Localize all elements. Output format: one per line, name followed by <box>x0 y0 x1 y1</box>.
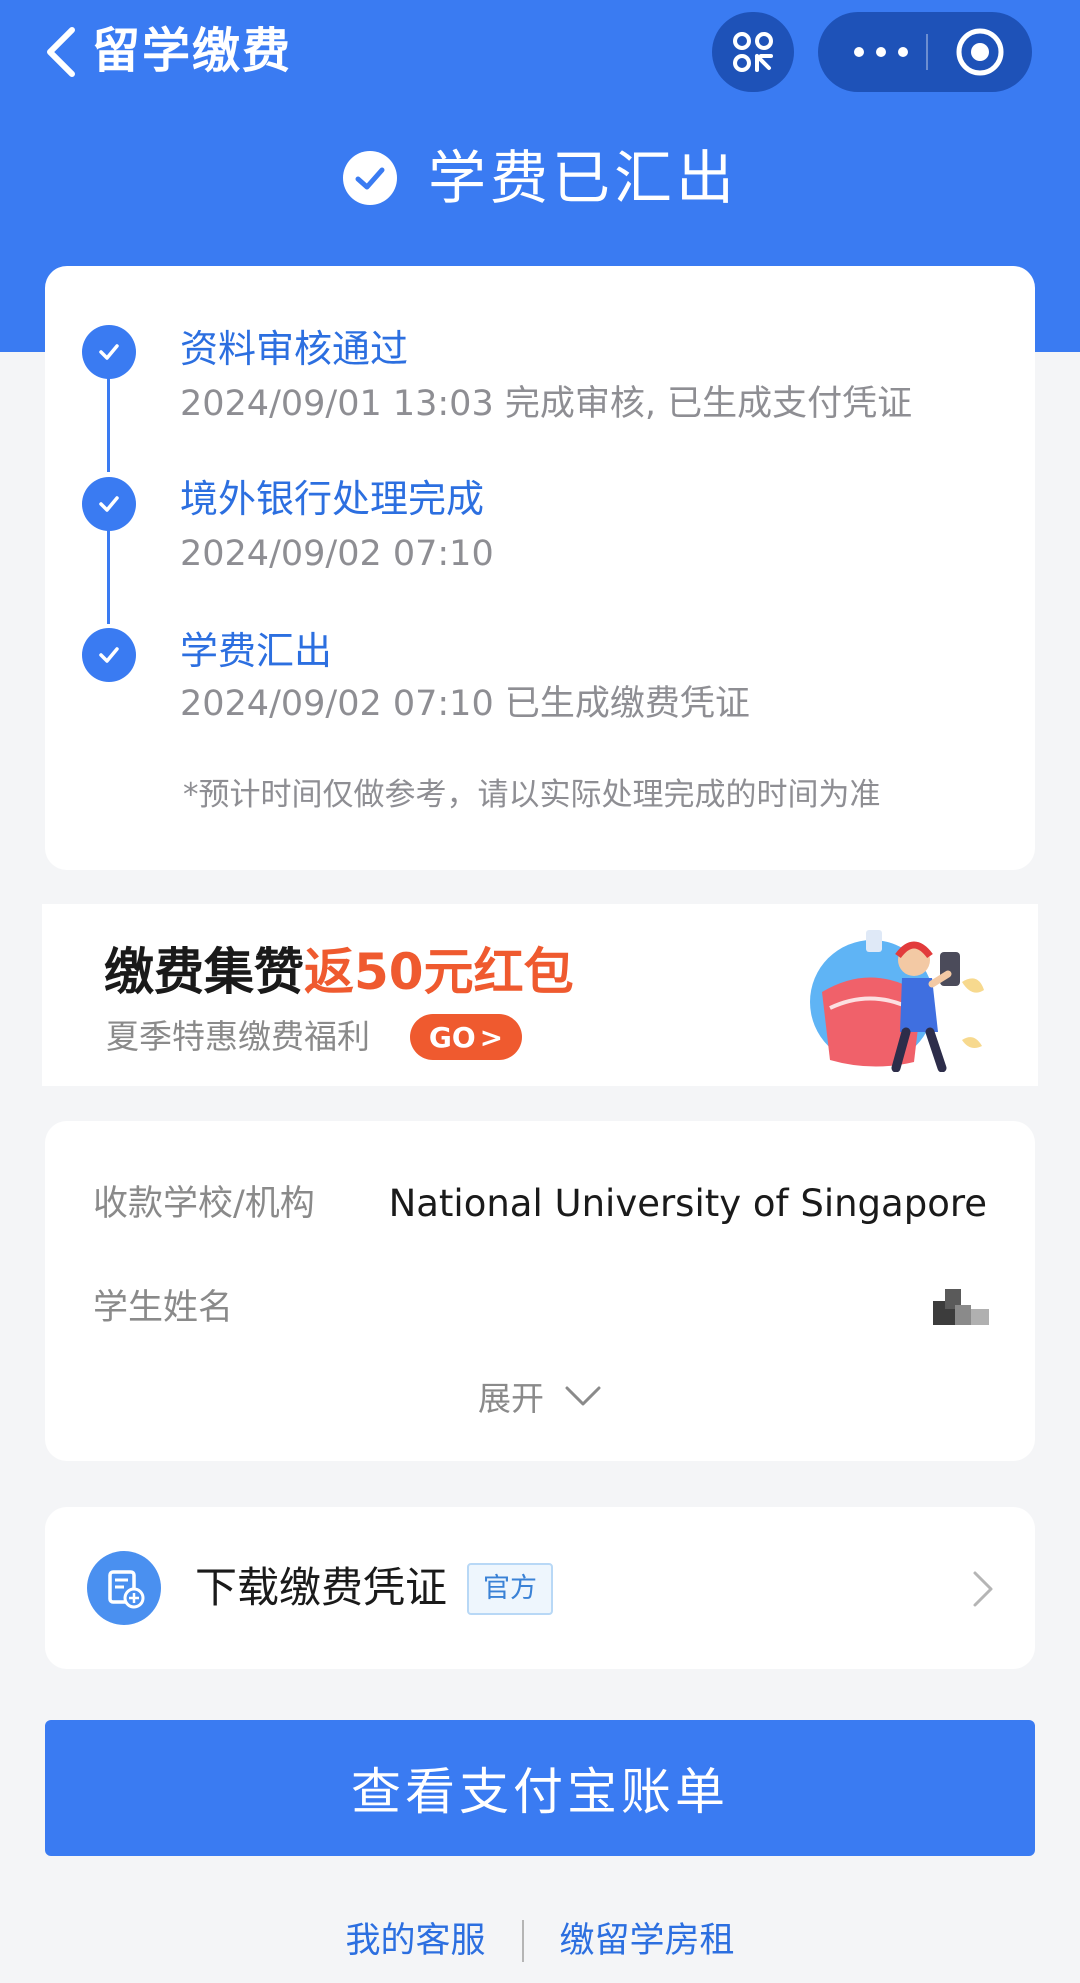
chevron-left-icon <box>47 27 75 77</box>
download-receipt-label: 下载缴费凭证 <box>195 1563 448 1612</box>
view-alipay-bill-button[interactable]: 查看支付宝账单 <box>45 1720 1035 1856</box>
download-receipt-row[interactable]: 下载缴费凭证 官方 <box>45 1507 1035 1669</box>
official-badge: 官方 <box>467 1563 553 1615</box>
promo-title-highlight: 返50元红包 <box>304 943 574 1001</box>
step-desc: 2024/09/02 07:10 <box>180 534 494 574</box>
more-icon <box>854 47 908 57</box>
step-desc: 2024/09/01 13:03 完成审核, 已生成支付凭证 <box>180 384 913 424</box>
go-arrow: > <box>479 1020 504 1054</box>
nav-bar: 留学缴费 <box>0 0 1080 100</box>
close-button[interactable] <box>940 12 1020 92</box>
check-circle-icon <box>342 151 397 205</box>
school-value: National University of Singapore <box>388 1182 987 1225</box>
step-done-icon <box>82 325 136 379</box>
customer-service-link[interactable]: 我的客服 <box>345 1914 485 1968</box>
step-title: 境外银行处理完成 <box>180 477 485 521</box>
chevron-right-icon <box>973 1571 993 1607</box>
back-button[interactable] <box>42 22 82 82</box>
chevron-down-icon <box>565 1386 601 1406</box>
status-text: 学费已汇出 <box>427 144 738 212</box>
capsule-divider <box>926 34 928 70</box>
step-done-icon <box>82 628 136 682</box>
more-button[interactable] <box>846 12 916 92</box>
timeline-note: *预计时间仅做参考，请以实际处理完成的时间为准 <box>183 777 881 813</box>
page-title: 留学缴费 <box>92 23 293 79</box>
status-header: 学费已汇出 <box>0 138 1080 218</box>
footer-links: 我的客服 缴留学房租 <box>0 1914 1080 1968</box>
promo-subtitle: 夏季特惠缴费福利 <box>106 1017 370 1056</box>
pay-rent-link[interactable]: 缴留学房租 <box>560 1914 735 1968</box>
qr-scan-icon <box>733 32 773 72</box>
step-title: 资料审核通过 <box>180 327 409 371</box>
promo-illustration <box>810 930 984 1072</box>
receipt-icon <box>87 1551 161 1625</box>
footer-divider <box>521 1920 524 1962</box>
school-label: 收款学校/机构 <box>93 1184 315 1224</box>
progress-card: 资料审核通过 2024/09/01 13:03 完成审核, 已生成支付凭证 境外… <box>45 266 1035 870</box>
masked-name-placeholder <box>933 1289 989 1325</box>
promo-title-main: 缴费集赞 <box>104 943 304 1001</box>
step-desc: 2024/09/02 07:10 已生成缴费凭证 <box>180 684 750 724</box>
expand-toggle[interactable]: 展开 <box>45 1371 1035 1421</box>
student-name-label: 学生姓名 <box>93 1288 234 1328</box>
promo-go-button[interactable]: GO > <box>410 1014 522 1060</box>
payment-info-card: 收款学校/机构 National University of Singapore… <box>45 1121 1035 1461</box>
step-title: 学费汇出 <box>180 629 333 673</box>
step-done-icon <box>82 477 136 531</box>
scan-button[interactable] <box>712 12 794 92</box>
expand-label: 展开 <box>478 1379 544 1418</box>
promo-title: 缴费集赞返50元红包 <box>104 940 574 1004</box>
go-label: GO <box>428 1020 476 1054</box>
close-circle-icon <box>956 28 1004 76</box>
capsule-menu <box>818 12 1032 92</box>
promo-banner[interactable]: 缴费集赞返50元红包 夏季特惠缴费福利 GO > <box>42 904 1038 1086</box>
